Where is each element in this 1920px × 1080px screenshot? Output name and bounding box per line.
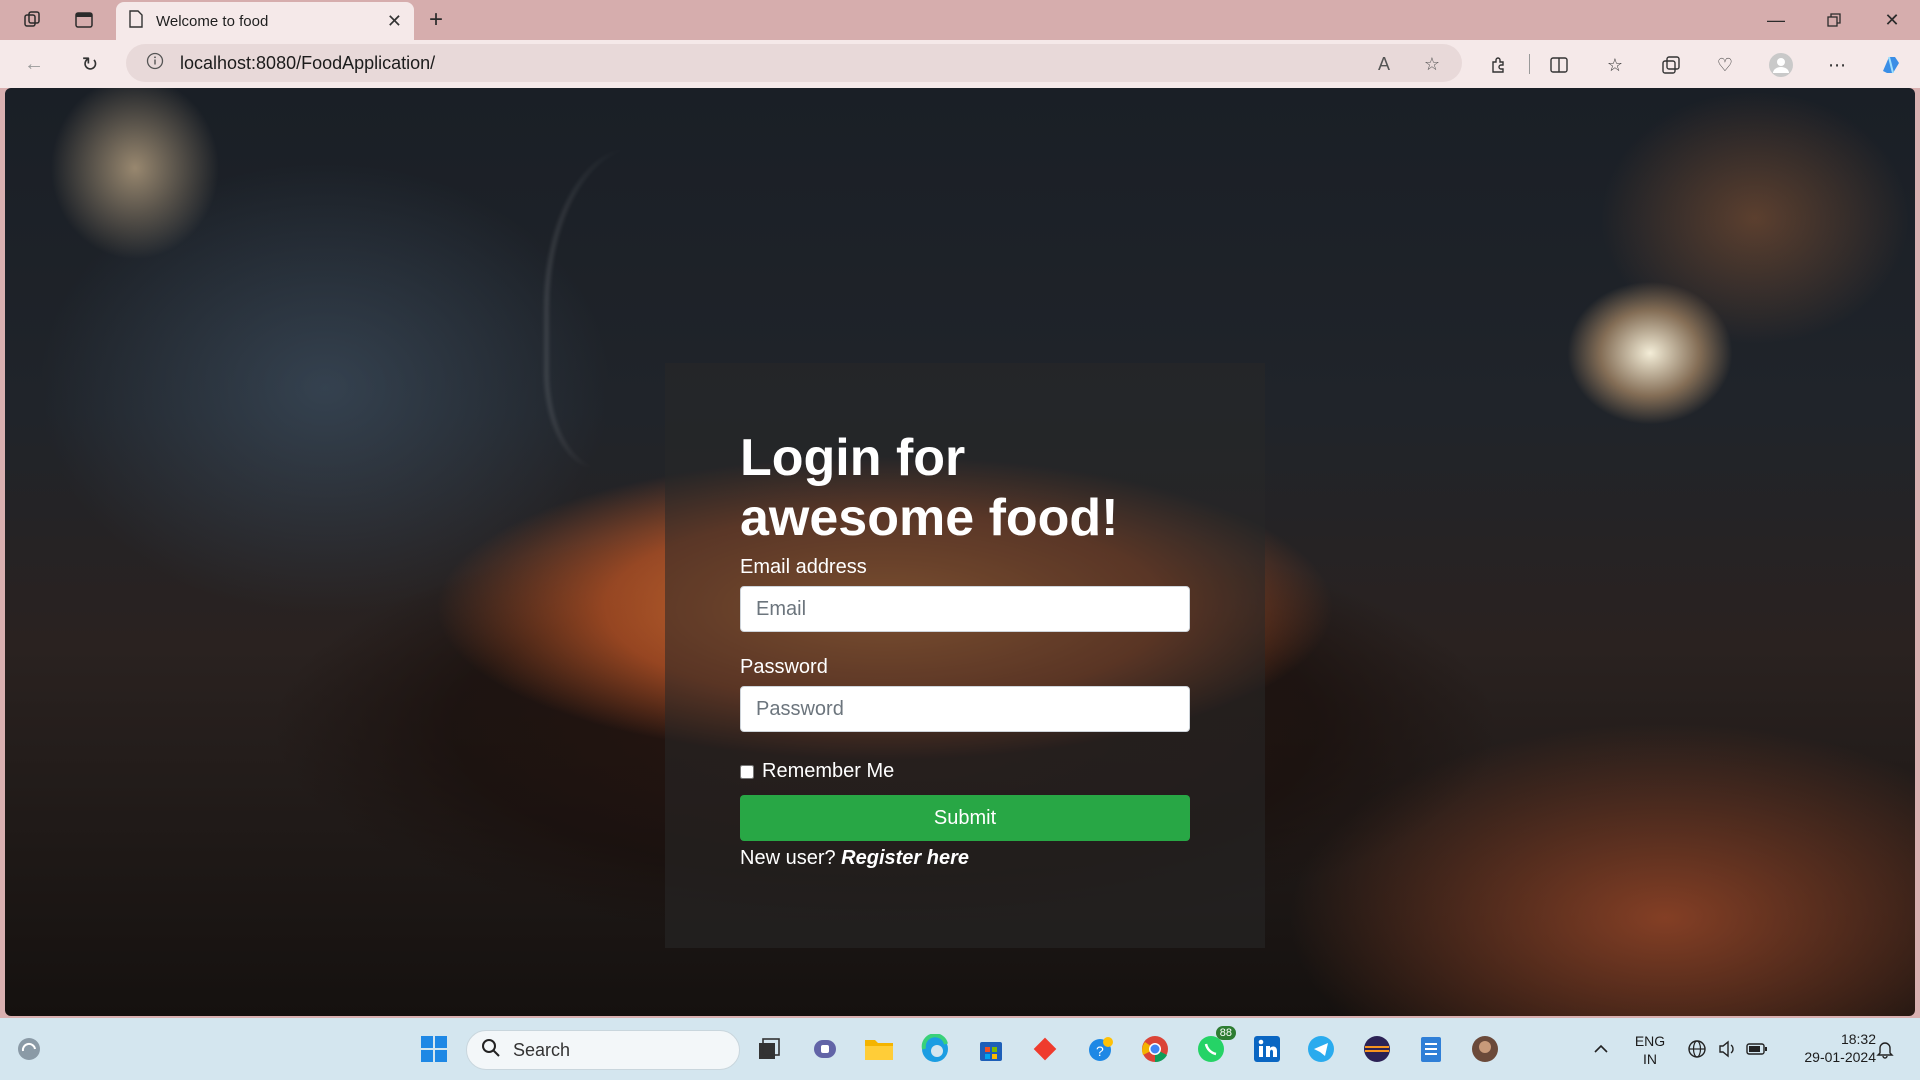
telegram-icon[interactable] [1304, 1032, 1338, 1066]
notification-bell-icon[interactable] [1868, 1032, 1902, 1066]
eclipse-icon[interactable] [1360, 1032, 1394, 1066]
register-row: New user? Register here [740, 847, 1190, 870]
chrome-icon[interactable] [1138, 1032, 1172, 1066]
register-link[interactable]: Register here [841, 847, 969, 869]
address-bar[interactable]: localhost:8080/FoodApplication/ A ☆ [126, 44, 1462, 82]
favorite-star-icon[interactable]: ☆ [1418, 50, 1446, 78]
page-background-food-image: Login for awesome food! Email address Pa… [5, 88, 1915, 1016]
taskbar-search[interactable]: Search [466, 1030, 740, 1070]
browser-essentials-icon[interactable]: ♡ [1710, 50, 1740, 80]
back-icon[interactable]: ← [20, 50, 48, 78]
taskbar: Search ? 88 ENG IN 18:32 29-01-2024 [0, 1018, 1920, 1080]
page-icon [128, 9, 144, 33]
password-label: Password [740, 656, 828, 678]
navigation-bar: ← ↻ localhost:8080/FoodApplication/ A ☆ … [0, 40, 1920, 88]
login-title: Login for awesome food! [740, 429, 1119, 547]
email-field[interactable] [740, 586, 1190, 632]
microsoft-store-icon[interactable] [974, 1032, 1008, 1066]
url-text[interactable]: localhost:8080/FoodApplication/ [180, 53, 435, 74]
remember-me-row: Remember Me [740, 760, 1190, 783]
favorites-icon[interactable]: ☆ [1600, 50, 1630, 80]
email-label: Email address [740, 556, 867, 578]
search-icon [481, 1038, 501, 1063]
tab-title: Welcome to food [156, 12, 269, 30]
submit-button[interactable]: Submit [740, 795, 1190, 841]
linkedin-icon[interactable] [1250, 1032, 1284, 1066]
split-screen-icon[interactable] [1544, 50, 1574, 80]
help-tips-icon[interactable]: ? [1084, 1032, 1118, 1066]
network-globe-icon[interactable] [1680, 1032, 1714, 1066]
region-code: IN [1643, 1051, 1657, 1067]
tab-welcome[interactable]: Welcome to food ✕ [116, 2, 414, 40]
tab-bar: Welcome to food ✕ + — ✕ [0, 0, 1920, 40]
profile-avatar-icon[interactable] [1766, 50, 1796, 80]
weather-widget-icon[interactable] [12, 1032, 46, 1066]
close-window-icon[interactable]: ✕ [1878, 6, 1906, 34]
language-code: ENG [1634, 1033, 1666, 1049]
clock-date: 29-01-2024 [1804, 1049, 1876, 1065]
language-indicator[interactable]: ENG IN [1628, 1032, 1672, 1068]
whatsapp-icon[interactable]: 88 [1194, 1026, 1236, 1066]
info-icon[interactable] [146, 52, 164, 75]
clock[interactable]: 18:32 29-01-2024 [1780, 1030, 1876, 1066]
new-tab-icon[interactable]: + [422, 6, 450, 34]
login-form: Login for awesome food! Email address Pa… [665, 363, 1265, 948]
refresh-icon[interactable]: ↻ [76, 50, 104, 78]
vertical-tabs-icon[interactable] [70, 6, 98, 34]
notepad-icon[interactable] [1414, 1032, 1448, 1066]
start-windows-icon[interactable] [417, 1032, 451, 1066]
search-label: Search [513, 1039, 571, 1060]
app-avatar-icon[interactable] [1468, 1032, 1502, 1066]
toolbar-divider [1529, 54, 1530, 74]
workspaces-icon[interactable] [18, 6, 46, 34]
show-hidden-icons-chevron-icon[interactable] [1584, 1032, 1618, 1066]
remember-me-label[interactable]: Remember Me [762, 760, 894, 783]
volume-icon[interactable] [1710, 1032, 1744, 1066]
collections-icon[interactable] [1656, 50, 1686, 80]
restore-icon[interactable] [1820, 6, 1848, 34]
task-view-icon[interactable] [752, 1032, 786, 1066]
battery-icon[interactable] [1740, 1032, 1774, 1066]
copilot-icon[interactable] [1876, 50, 1906, 80]
edge-browser-icon[interactable] [918, 1032, 952, 1066]
password-field[interactable] [740, 686, 1190, 732]
read-aloud-icon[interactable]: A [1370, 50, 1398, 78]
close-tab-icon[interactable]: ✕ [387, 11, 402, 32]
minimize-icon[interactable]: — [1762, 6, 1790, 34]
remember-me-checkbox[interactable] [740, 764, 754, 779]
svg-text:?: ? [1096, 1043, 1104, 1059]
extensions-icon[interactable] [1484, 50, 1514, 80]
teams-chat-icon[interactable] [808, 1032, 842, 1066]
more-options-icon[interactable]: ⋯ [1822, 50, 1852, 80]
clock-time: 18:32 [1840, 1031, 1876, 1047]
whatsapp-badge: 88 [1215, 1026, 1236, 1040]
new-user-text: New user? [740, 847, 836, 869]
anydesk-icon[interactable] [1028, 1032, 1062, 1066]
file-explorer-icon[interactable] [862, 1032, 896, 1066]
